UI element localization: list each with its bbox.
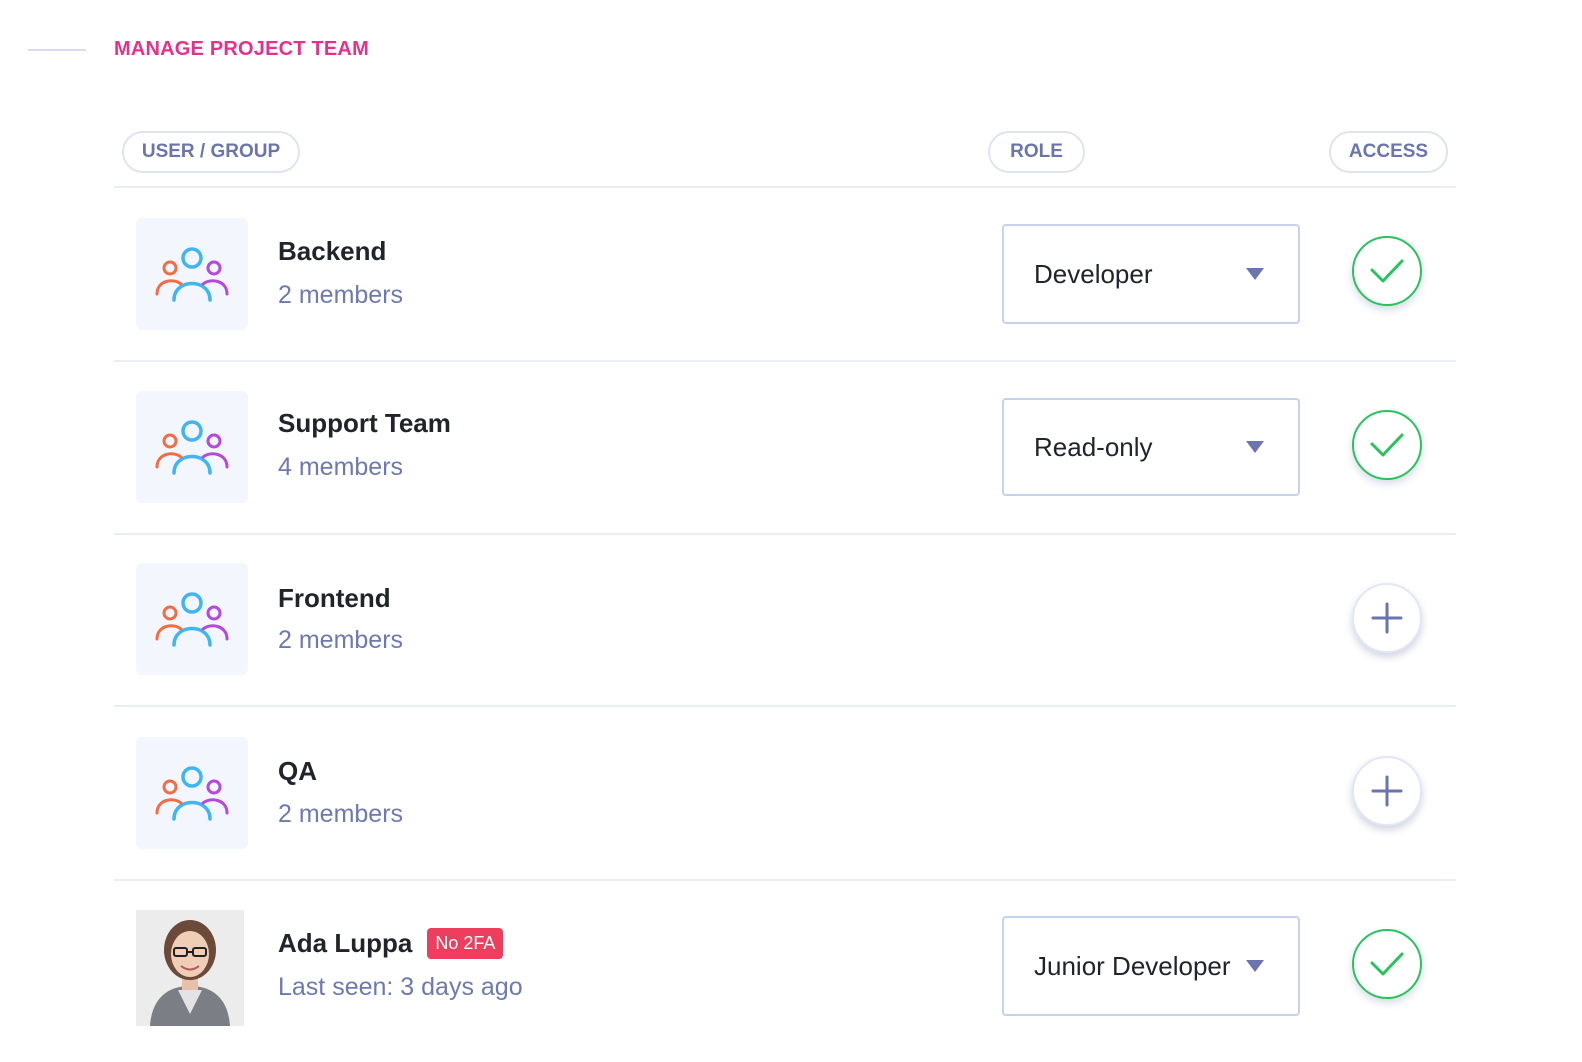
role-dropdown[interactable]: Developer bbox=[1002, 224, 1300, 324]
access-toggle-granted[interactable] bbox=[1352, 236, 1422, 306]
row-name: QA bbox=[278, 756, 317, 786]
row-name: Backend bbox=[278, 236, 387, 266]
checkmark-icon bbox=[1370, 433, 1404, 457]
role-value: Read-only bbox=[1034, 431, 1153, 462]
group-icon bbox=[155, 592, 229, 647]
group-avatar bbox=[136, 218, 248, 330]
column-header-access[interactable]: ACCESS bbox=[1329, 131, 1448, 173]
role-value: Junior Developer bbox=[1034, 950, 1231, 981]
row-subtitle: 2 members bbox=[278, 800, 404, 828]
group-avatar bbox=[136, 737, 248, 849]
row-subtitle: 2 members bbox=[278, 281, 404, 309]
checkmark-icon bbox=[1370, 259, 1404, 283]
last-seen-text: Last seen: 3 days ago bbox=[278, 973, 523, 1001]
group-icon bbox=[155, 420, 229, 475]
role-value: Developer bbox=[1034, 258, 1153, 289]
role-dropdown[interactable]: Junior Developer bbox=[1002, 916, 1300, 1016]
table-row-support-team: Support Team 4 members Read-only bbox=[114, 362, 1456, 532]
column-header-role[interactable]: ROLE bbox=[988, 131, 1085, 173]
chevron-down-icon bbox=[1246, 441, 1264, 453]
chevron-down-icon bbox=[1246, 960, 1264, 972]
row-subtitle: 4 members bbox=[278, 453, 404, 481]
row-name: Frontend bbox=[278, 583, 391, 613]
row-subtitle: 2 members bbox=[278, 626, 404, 654]
table-row-ada-luppa: Ada Luppa No 2FA Last seen: 3 days ago J… bbox=[114, 881, 1456, 1062]
group-avatar bbox=[136, 391, 248, 503]
row-name: Ada Luppa No 2FA bbox=[278, 928, 504, 959]
table-row-qa: QA 2 members bbox=[114, 707, 1456, 877]
column-header-user-group[interactable]: USER / GROUP bbox=[122, 131, 300, 173]
access-toggle-granted[interactable] bbox=[1352, 929, 1422, 999]
group-avatar bbox=[136, 563, 248, 675]
group-icon bbox=[155, 766, 229, 821]
add-access-button[interactable] bbox=[1352, 583, 1422, 653]
checkmark-icon bbox=[1370, 952, 1404, 976]
section-header: MANAGE PROJECT TEAM bbox=[28, 38, 369, 61]
plus-icon bbox=[1371, 775, 1403, 807]
plus-icon bbox=[1371, 602, 1403, 634]
group-icon bbox=[155, 247, 229, 302]
user-avatar-icon bbox=[136, 910, 244, 1026]
user-photo bbox=[136, 910, 244, 1026]
row-name: Support Team bbox=[278, 408, 451, 438]
user-name: Ada Luppa bbox=[278, 928, 413, 958]
add-access-button[interactable] bbox=[1352, 756, 1422, 826]
access-toggle-granted[interactable] bbox=[1352, 410, 1422, 480]
no-2fa-badge: No 2FA bbox=[427, 928, 504, 959]
table-row-backend: Backend 2 members Developer bbox=[114, 188, 1456, 358]
role-dropdown[interactable]: Read-only bbox=[1002, 398, 1300, 496]
section-title: MANAGE PROJECT TEAM bbox=[114, 38, 369, 60]
chevron-down-icon bbox=[1246, 268, 1264, 280]
section-divider-line bbox=[28, 48, 86, 51]
table-row-frontend: Frontend 2 members bbox=[114, 535, 1456, 705]
